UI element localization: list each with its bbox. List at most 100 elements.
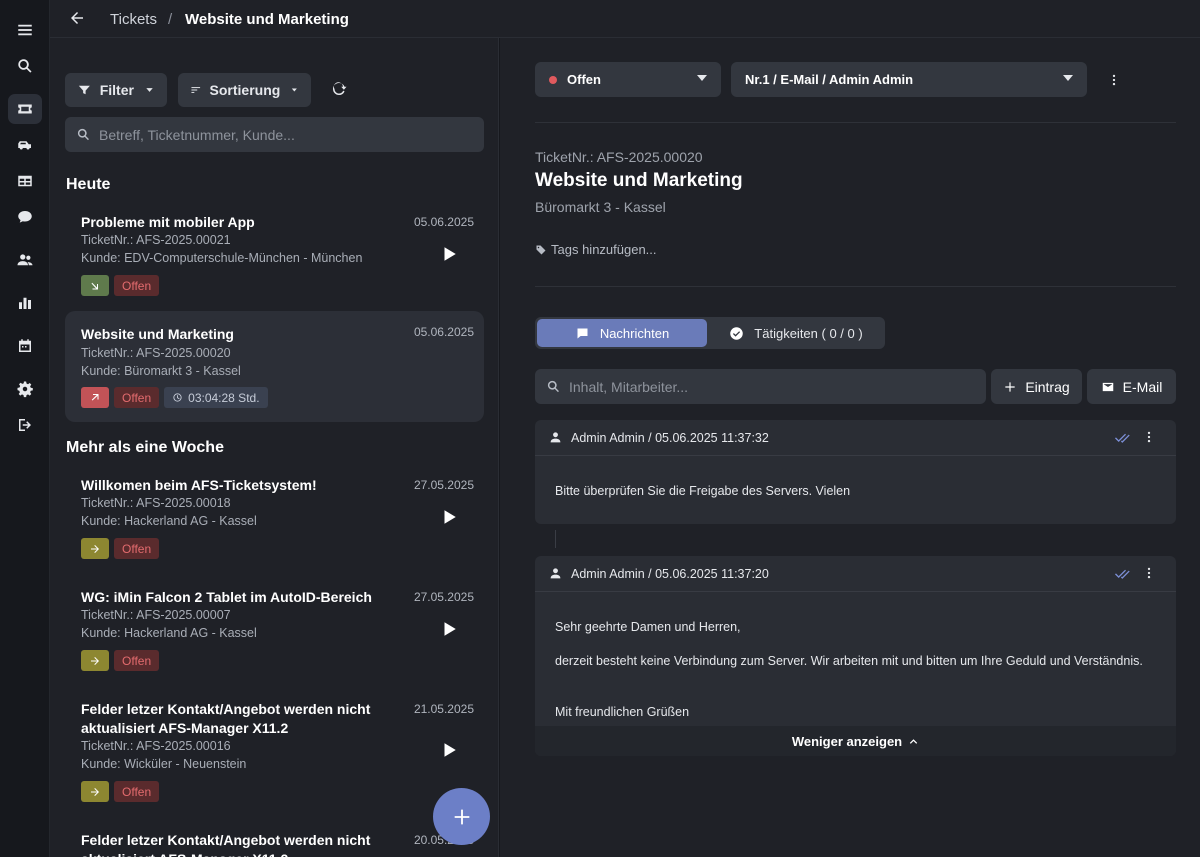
sort-button[interactable]: Sortierung [178,73,311,107]
message-text: Sehr geehrte Damen und Herren, [555,620,741,634]
priority-medium-badge [81,650,109,671]
refresh-icon[interactable] [330,80,350,100]
ticket-number: TicketNr.: AFS-2025.00021 [81,233,231,247]
ticket-number: TicketNr.: AFS-2025.00007 [81,608,231,622]
ticket-date: 05.06.2025 [413,325,474,339]
play-icon[interactable] [440,508,460,528]
message-header: Admin Admin / 05.06.2025 11:37:20 [535,556,1176,592]
play-icon[interactable] [440,620,460,640]
ticket-search-input[interactable] [99,117,474,152]
chat-icon[interactable] [8,202,42,232]
message-options-icon[interactable] [1142,430,1156,446]
ticket-icon[interactable] [8,94,42,124]
status-badge: Offen [114,650,160,671]
assignment-dropdown-value: Nr.1 / E-Mail / Admin Admin [745,72,914,87]
play-icon[interactable] [440,245,460,265]
tab-activities[interactable]: Tätigkeiten ( 0 / 0 ) [709,319,883,347]
email-button[interactable]: E-Mail [1087,369,1176,404]
add-entry-label: Eintrag [1025,378,1070,395]
status-badge: Offen [114,781,160,802]
ticket-customer: Büromarkt 3 - Kassel [535,199,666,215]
ticket-item[interactable]: Probleme mit mobiler App 05.06.2025 Tick… [65,203,484,303]
status-badge: Offen [114,387,160,408]
search-icon[interactable] [8,51,42,81]
search-icon [77,128,89,141]
arrow-right-icon [91,656,99,665]
ticket-title: Willkomen beim AFS-Ticketsystem! [81,477,317,493]
menu-icon[interactable] [8,15,42,45]
caret-down-icon [292,88,298,92]
filter-icon [78,85,90,95]
ticket-item[interactable]: Willkomen beim AFS-Ticketsystem! 27.05.2… [65,466,484,566]
caret-down-icon [146,88,153,92]
message-icon [577,328,588,338]
ticket-customer: Kunde: Hackerland AG - Kassel [81,514,257,528]
add-entry-button[interactable]: Eintrag [991,369,1082,404]
caret-down-icon [697,75,707,81]
tab-messages-label: Nachrichten [599,325,670,341]
ticket-title: Website und Marketing [535,170,743,191]
message-search [535,369,986,404]
table-icon[interactable] [8,166,42,196]
arrow-right-icon [91,787,99,796]
logout-icon[interactable] [8,410,42,440]
show-less-button[interactable]: Weniger anzeigen [535,726,1176,756]
thread-connector [555,530,556,548]
sort-icon [191,87,201,93]
message-options-icon[interactable] [1142,566,1156,582]
add-tags-label: Tags hinzufügen... [551,242,657,257]
divider [535,286,1176,287]
play-icon[interactable] [440,741,460,761]
detail-tabs: Nachrichten Tätigkeiten ( 0 / 0 ) [535,317,885,349]
ticket-item[interactable]: Felder letzer Kontakt/Angebot werden nic… [65,821,484,857]
status-dropdown[interactable]: Offen [535,62,721,97]
ticket-customer: Kunde: Büromarkt 3 - Kassel [81,364,241,378]
calendar-icon[interactable] [8,331,42,361]
show-less-label: Weniger anzeigen [791,733,903,749]
more-options-icon[interactable] [1107,71,1121,89]
breadcrumb-tickets[interactable]: Tickets [110,11,157,28]
ticket-number: TicketNr.: AFS-2025.00020 [535,149,703,165]
status-dropdown-value: Offen [567,72,601,87]
timer-value: 03:04:28 Std. [188,390,260,405]
message-card: Admin Admin / 05.06.2025 11:37:32 Bitte … [535,420,1176,524]
back-arrow-icon[interactable] [68,9,88,29]
ticket-date: 27.05.2025 [413,590,474,604]
ticket-item[interactable]: WG: iMin Falcon 2 Tablet im AutoID-Berei… [65,578,484,678]
ticket-item[interactable]: Felder letzer Kontakt/Angebot werden nic… [65,690,484,808]
gear-icon[interactable] [8,374,42,404]
ticket-customer: Kunde: Wicküler - Neuenstein [81,757,247,771]
message-header: Admin Admin / 05.06.2025 11:37:32 [535,420,1176,456]
ticket-customer: Kunde: EDV-Computerschule-München - Münc… [81,251,363,265]
ticket-date: 05.06.2025 [413,215,474,229]
ticket-list-panel: Filter Sortierung Heute Probleme mit mob… [50,38,499,857]
filter-button[interactable]: Filter [65,73,167,107]
search-icon [547,380,559,393]
tag-icon [536,245,546,254]
ticket-detail-panel: Offen Nr.1 / E-Mail / Admin Admin Ticket… [500,38,1200,857]
message-search-input[interactable] [569,369,979,404]
divider [535,122,1176,123]
assignment-dropdown[interactable]: Nr.1 / E-Mail / Admin Admin [731,62,1087,97]
message-text: Mit freundlichen Grüßen [555,705,690,719]
users-icon[interactable] [8,245,42,275]
breadcrumb-separator: / [168,11,173,28]
breadcrumb-current: Website und Marketing [185,11,349,28]
email-label: E-Mail [1122,378,1163,395]
tab-activities-label: Tätigkeiten ( 0 / 0 ) [754,325,863,341]
user-icon [549,431,562,444]
vehicle-icon[interactable] [8,130,42,160]
tab-messages[interactable]: Nachrichten [537,319,707,347]
double-check-icon [1114,566,1130,582]
add-ticket-button[interactable] [433,788,490,845]
add-tags-link[interactable]: Tags hinzufügen... [535,242,657,257]
sidebar [0,0,50,857]
ticket-title: WG: iMin Falcon 2 Tablet im AutoID-Berei… [81,589,372,605]
chart-icon[interactable] [8,288,42,318]
arrow-down-right-icon [91,282,98,289]
ticket-item-selected[interactable]: Website und Marketing 05.06.2025 TicketN… [65,311,484,422]
plus-icon [1005,381,1015,392]
section-heading-older: Mehr als eine Woche [66,439,224,456]
check-circle-icon [730,326,744,340]
ticket-date: 27.05.2025 [413,478,474,492]
